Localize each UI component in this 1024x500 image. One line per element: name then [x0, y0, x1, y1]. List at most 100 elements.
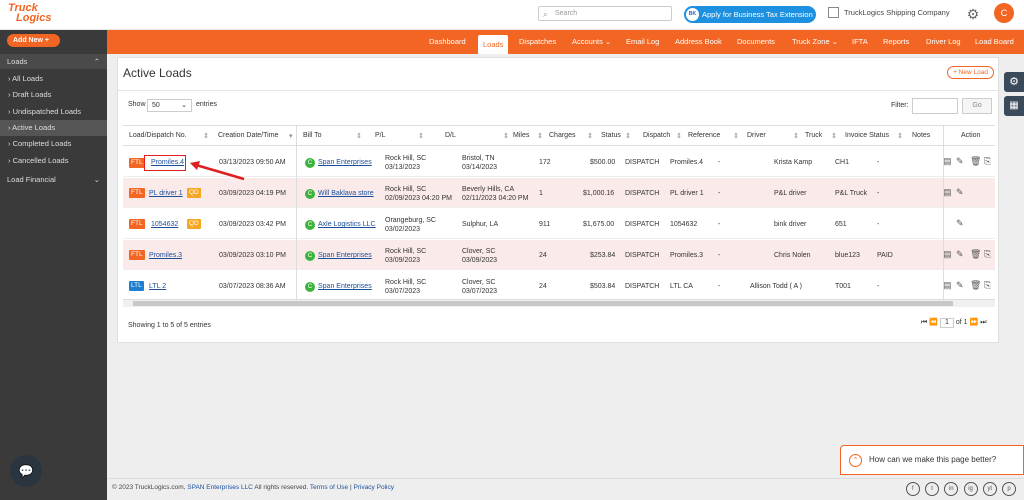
scrollbar-thumb[interactable] [133, 301, 953, 306]
sidebar-item-draft-loads[interactable]: › Draft Loads [0, 87, 107, 103]
load-number-link[interactable]: LTL 2 [149, 282, 166, 291]
copy-icon[interactable]: ⎘ [984, 280, 991, 291]
sort-icon[interactable]: ⇕ [356, 132, 362, 140]
bill-to-link[interactable]: Axle Logistics LLC [318, 220, 376, 229]
trucklogics-logo[interactable]: Truck Logics [8, 3, 64, 27]
nav-truck-zone[interactable]: Truck Zone ⌄ [792, 30, 838, 54]
nav-documents[interactable]: Documents [737, 30, 775, 54]
edit-icon[interactable]: ✎ [956, 156, 964, 167]
sidebar-item-active-loads[interactable]: › Active Loads [0, 120, 107, 136]
sort-icon[interactable]: ⇕ [503, 132, 509, 140]
col-dispatch[interactable]: Dispatch [643, 132, 670, 139]
col-invoice-status[interactable]: Invoice Status [845, 132, 889, 139]
delete-icon[interactable]: 🗑 [970, 156, 981, 167]
col-dl[interactable]: D/L [445, 132, 456, 139]
add-new-button[interactable]: Add New + [7, 34, 60, 47]
first-page-icon[interactable]: ⏮ [921, 319, 927, 326]
nav-email-log[interactable]: Email Log [626, 30, 659, 54]
sort-icon[interactable]: ⇕ [897, 132, 903, 140]
new-load-button[interactable]: + New Load [947, 66, 994, 79]
sidebar-section-loads[interactable]: Loads ⌃ [0, 54, 107, 69]
user-avatar[interactable]: C [994, 3, 1014, 23]
page-number-input[interactable]: 1 [939, 318, 954, 328]
sidebar-item-cancelled-loads[interactable]: › Cancelled Loads [0, 153, 107, 169]
sort-icon[interactable]: ⇕ [587, 132, 593, 140]
nav-loads[interactable]: Loads [478, 35, 509, 54]
sort-icon[interactable]: ⇕ [733, 132, 739, 140]
sort-icon[interactable]: ⇕ [793, 132, 799, 140]
page-size-select[interactable]: 50 ⌄ [147, 99, 192, 112]
floating-settings-gear-icon[interactable]: ⚙ [1004, 72, 1024, 92]
prev-page-icon[interactable]: ⏪ [929, 319, 938, 326]
sidebar-item-load-financial[interactable]: Load Financial ⌄ [0, 172, 107, 188]
last-page-icon[interactable]: ⏭ [980, 319, 986, 326]
nav-accounts[interactable]: Accounts ⌄ [572, 30, 611, 54]
col-truck[interactable]: Truck [805, 132, 822, 139]
sidebar-item-completed-loads[interactable]: › Completed Loads [0, 136, 107, 152]
copy-icon[interactable]: ⎘ [984, 156, 991, 167]
instagram-icon[interactable]: ig [963, 482, 978, 496]
col-charges[interactable]: Charges [549, 132, 575, 139]
bill-to-link[interactable]: Span Enterprises [318, 251, 372, 260]
nav-ifta[interactable]: IFTA [852, 30, 868, 54]
nav-driver-log[interactable]: Driver Log [926, 30, 961, 54]
col-status[interactable]: Status [601, 132, 621, 139]
edit-icon[interactable]: ✎ [956, 187, 964, 198]
col-bill-to[interactable]: Bill To [303, 132, 322, 139]
tax-extension-button[interactable]: BK Apply for Business Tax Extension [684, 6, 816, 23]
col-pl[interactable]: P/L [375, 132, 386, 139]
floating-document-icon[interactable]: ▦ [1004, 96, 1024, 116]
youtube-icon[interactable]: yt [982, 482, 997, 496]
search-input[interactable]: ⌕ Search [538, 6, 672, 21]
load-number-link[interactable]: Promiles.3 [149, 251, 182, 260]
bill-to-link[interactable]: Span Enterprises [318, 282, 372, 291]
notes-icon[interactable]: ▤ [943, 280, 952, 291]
notes-icon[interactable]: ▤ [943, 187, 952, 198]
col-reference[interactable]: Reference [688, 132, 720, 139]
sort-icon[interactable]: ⇕ [831, 132, 837, 140]
delete-icon[interactable]: 🗑 [970, 280, 981, 291]
copy-icon[interactable]: ⎘ [984, 249, 991, 260]
nav-dashboard[interactable]: Dashboard [429, 30, 466, 54]
bill-to-link[interactable]: Will Baklava store [318, 189, 374, 198]
sidebar-item-all-loads[interactable]: › All Loads [0, 71, 107, 87]
load-number-link[interactable]: 1054632 [151, 220, 178, 229]
settings-gear-icon[interactable]: ⚙ [964, 5, 982, 23]
col-miles[interactable]: Miles [513, 132, 529, 139]
company-link[interactable]: SPAN Enterprises LLC [187, 484, 253, 491]
twitter-icon[interactable]: t [925, 482, 940, 496]
delete-icon[interactable]: 🗑 [970, 249, 981, 260]
notes-icon[interactable]: ▤ [943, 249, 952, 260]
horizontal-scrollbar[interactable] [123, 299, 995, 307]
col-notes[interactable]: Notes [912, 132, 930, 139]
col-creation-date[interactable]: Creation Date/Time [218, 132, 278, 139]
sort-icon[interactable]: ⇕ [537, 132, 543, 140]
nav-load-board[interactable]: Load Board [975, 30, 1014, 54]
nav-dispatches[interactable]: Dispatches [519, 30, 556, 54]
nav-address-book[interactable]: Address Book [675, 30, 722, 54]
terms-link[interactable]: Terms of Use [310, 484, 348, 491]
privacy-link[interactable]: Privacy Policy [354, 484, 394, 491]
feedback-widget[interactable]: ⌃ How can we make this page better? [840, 445, 1024, 475]
sort-icon[interactable]: ⇕ [676, 132, 682, 140]
bill-to-link[interactable]: Span Enterprises [318, 158, 372, 167]
chat-bubble-icon[interactable]: 💬 [10, 455, 42, 487]
col-load-no[interactable]: Load/Dispatch No. [129, 132, 187, 139]
edit-icon[interactable]: ✎ [956, 280, 964, 291]
nav-reports[interactable]: Reports [883, 30, 909, 54]
go-button[interactable]: Go [962, 98, 992, 114]
sort-icon[interactable]: ⇕ [625, 132, 631, 140]
pinterest-icon[interactable]: p [1002, 482, 1016, 496]
linkedin-icon[interactable]: in [944, 482, 959, 496]
sidebar-item-undispatched-loads[interactable]: › Undispatched Loads [0, 104, 107, 120]
sort-icon[interactable]: ⇕ [418, 132, 424, 140]
sort-icon[interactable]: ⇕ [203, 132, 209, 140]
load-number-link[interactable]: PL driver 1 [149, 189, 183, 198]
notes-icon[interactable]: ▤ [943, 156, 952, 167]
col-driver[interactable]: Driver [747, 132, 766, 139]
facebook-icon[interactable]: f [905, 482, 920, 496]
edit-icon[interactable]: ✎ [956, 218, 964, 229]
filter-input[interactable] [912, 98, 958, 114]
next-page-icon[interactable]: ⏩ [970, 319, 979, 326]
edit-icon[interactable]: ✎ [956, 249, 964, 260]
